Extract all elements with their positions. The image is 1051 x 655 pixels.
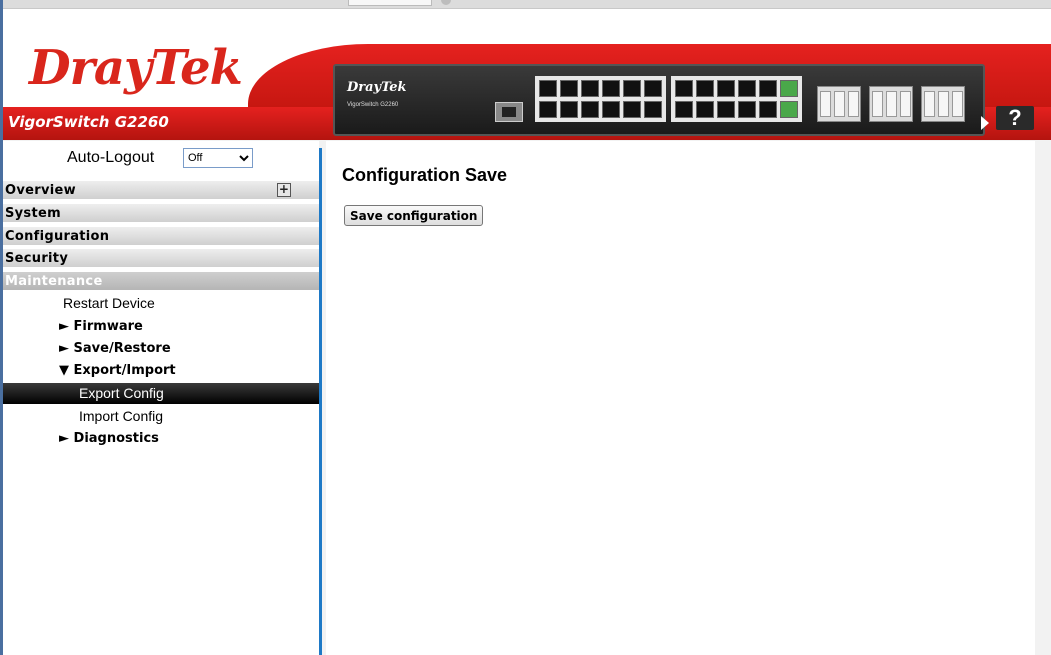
port-block-1 (535, 76, 666, 122)
port-icon (539, 80, 557, 97)
autologout-select[interactable]: Off (183, 148, 253, 168)
port-icon (602, 101, 620, 118)
port-icon (623, 80, 641, 97)
menu-item-restart-device[interactable]: Restart Device (63, 295, 155, 311)
header: DrayTek VigorSwitch G2260 DrayTek VigorS… (3, 9, 1051, 140)
sfp-slot-icon (869, 86, 913, 122)
menu-section-security[interactable]: Security (3, 249, 319, 268)
new-tab-icon[interactable] (441, 0, 451, 5)
port-icon (602, 80, 620, 97)
sidebar-divider[interactable] (319, 148, 322, 655)
port-icon (696, 101, 714, 118)
autologout-label: Auto-Logout (67, 149, 155, 166)
menu-item-save-restore[interactable]: ► Save/Restore (59, 341, 171, 356)
main-content: Configuration Save Save configuration (326, 141, 1035, 655)
menu-item-diagnostics[interactable]: ► Diagnostics (59, 431, 159, 446)
port-icon (738, 101, 756, 118)
autologout-control: Auto-Logout Off (67, 148, 253, 168)
port-icon (759, 80, 777, 97)
expand-plus-icon[interactable]: + (277, 183, 291, 197)
menu-section-overview[interactable]: Overview + (3, 181, 319, 200)
switch-panel-image: DrayTek VigorSwitch G2260 (333, 64, 985, 136)
port-icon (581, 80, 599, 97)
draytek-logo: DrayTek (29, 40, 243, 96)
sfp-slot-icon (817, 86, 861, 122)
menu-section-configuration[interactable]: Configuration (3, 227, 319, 246)
port-active-icon (780, 101, 798, 118)
port-icon (717, 80, 735, 97)
menu-section-label: Overview (5, 183, 76, 198)
menu-item-export-config[interactable]: Export Config (3, 383, 319, 404)
port-icon (644, 101, 662, 118)
port-icon (539, 101, 557, 118)
port-active-icon (780, 80, 798, 97)
save-configuration-button[interactable]: Save configuration (344, 205, 484, 226)
port-icon (675, 101, 693, 118)
menu-item-export-import[interactable]: ▼ Export/Import (59, 363, 176, 378)
menu-section-maintenance[interactable]: Maintenance (3, 272, 319, 291)
port-icon (560, 80, 578, 97)
right-gutter (1035, 141, 1051, 655)
port-icon (581, 101, 599, 118)
port-icon (759, 101, 777, 118)
port-icon (675, 80, 693, 97)
browser-tab-strip (3, 0, 1051, 9)
browser-tab[interactable] (348, 0, 432, 6)
panel-brand: DrayTek (347, 80, 407, 95)
port-icon (696, 80, 714, 97)
port-icon (560, 101, 578, 118)
help-button[interactable]: ? (996, 106, 1034, 130)
port-block-2 (671, 76, 802, 122)
port-icon (738, 80, 756, 97)
arrow-right-icon (981, 116, 989, 130)
port-icon (644, 80, 662, 97)
menu-item-import-config[interactable]: Import Config (79, 408, 163, 424)
page-title: Configuration Save (342, 165, 508, 185)
console-port-icon (495, 102, 523, 122)
sfp-slot-icon (921, 86, 965, 122)
sidebar: Auto-Logout Off Overview + System Config… (3, 141, 319, 655)
port-icon (623, 101, 641, 118)
menu-item-firmware[interactable]: ► Firmware (59, 319, 143, 334)
menu-section-system[interactable]: System (3, 204, 319, 223)
port-icon (717, 101, 735, 118)
panel-model: VigorSwitch G2260 (347, 102, 399, 108)
product-model: VigorSwitch G2260 (8, 113, 169, 131)
